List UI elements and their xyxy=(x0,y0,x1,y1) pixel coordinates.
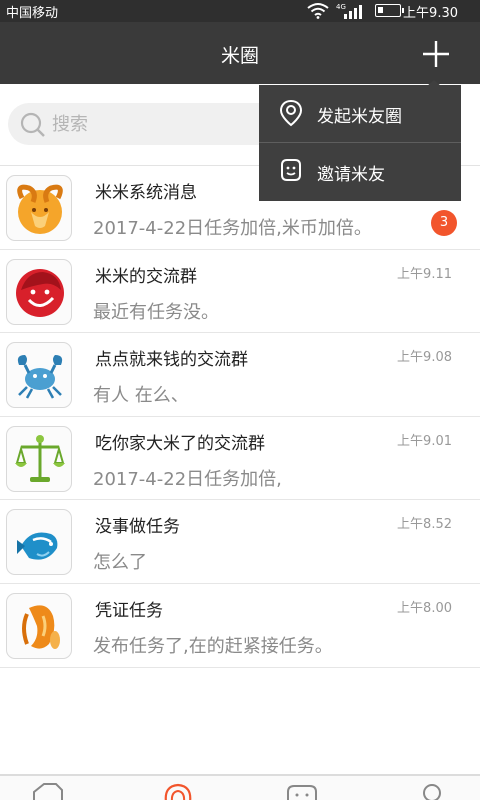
bottom-tab-bar xyxy=(0,774,480,800)
chat-last-message: 有人 在么、 xyxy=(93,385,189,407)
smiley-icon xyxy=(281,159,301,181)
chat-last-message: 2017-4-22日任务加倍, xyxy=(93,468,282,490)
app-header: 米圈 xyxy=(0,22,480,84)
wifi-icon xyxy=(307,3,329,19)
search-icon xyxy=(20,112,45,137)
chat-row[interactable]: 凭证任务 上午8.00 发布任务了,在的赶紧接任务。 xyxy=(0,584,480,668)
chat-time: 上午8.52 xyxy=(397,517,452,533)
aries-icon xyxy=(6,175,72,241)
tag-icon xyxy=(33,783,63,800)
chat-row[interactable]: 米米的交流群 上午9.11 最近有任务没。 xyxy=(0,250,480,334)
menu-item-label: 邀请米友 xyxy=(317,165,385,185)
chat-name: 凭证任务 xyxy=(95,600,163,621)
chat-time: 上午9.01 xyxy=(397,433,452,449)
cancer-icon xyxy=(6,342,72,409)
menu-item-start-circle[interactable]: 发起米友圈 xyxy=(259,85,461,142)
svg-text:4G: 4G xyxy=(336,3,346,11)
chat-time: 上午8.00 xyxy=(397,600,452,616)
clock: 上午9.30 xyxy=(403,6,458,21)
search-input[interactable] xyxy=(52,109,292,139)
chat-list: 米米系统消息 2017-4-22日任务加倍,米币加倍。 3 米米的交流群 上午9… xyxy=(0,166,480,668)
chat-last-message: 发布任务了,在的赶紧接任务。 xyxy=(93,635,333,657)
chat-time: 上午9.11 xyxy=(397,266,452,282)
pisces-icon xyxy=(6,509,72,576)
chat-last-message: 怎么了 xyxy=(93,552,147,574)
tab-friends[interactable] xyxy=(282,780,322,800)
menu-item-label: 发起米友圈 xyxy=(317,107,402,127)
plus-icon[interactable] xyxy=(418,36,454,72)
menu-item-invite[interactable]: 邀请米友 xyxy=(259,143,461,200)
chat-row[interactable]: 点点就来钱的交流群 上午9.08 有人 在么、 xyxy=(0,333,480,417)
chat-name: 吃你家大米了的交流群 xyxy=(95,433,265,454)
chat-row[interactable]: 吃你家大米了的交流群 上午9.01 2017-4-22日任务加倍, xyxy=(0,417,480,501)
chat-last-message: 最近有任务没。 xyxy=(93,301,219,323)
location-pin-icon xyxy=(279,99,303,127)
popup-menu: 发起米友圈 邀请米友 xyxy=(259,85,461,201)
virgo-icon xyxy=(6,592,72,659)
tab-tag[interactable] xyxy=(28,780,68,800)
tab-profile[interactable] xyxy=(412,780,452,800)
page-title: 米圈 xyxy=(220,45,259,67)
profile-icon xyxy=(423,784,441,800)
chat-name: 没事做任务 xyxy=(95,517,180,538)
unread-badge: 3 xyxy=(431,210,457,236)
carrier-name: 中国移动 xyxy=(6,6,59,21)
chat-name: 米米系统消息 xyxy=(95,183,197,203)
location-pin-icon xyxy=(164,783,192,800)
chat-last-message: 2017-4-22日任务加倍,米币加倍。 xyxy=(93,218,372,239)
chat-time: 上午9.08 xyxy=(397,350,452,366)
status-bar: 中国移动 4G 上午9.30 xyxy=(0,0,480,22)
tab-mi-circle[interactable] xyxy=(158,780,198,800)
signal-icon: 4G xyxy=(336,3,362,19)
chat-name: 点点就来钱的交流群 xyxy=(95,350,248,371)
chat-row[interactable]: 没事做任务 上午8.52 怎么了 xyxy=(0,500,480,584)
libra-icon xyxy=(6,425,72,492)
chat-name: 米米的交流群 xyxy=(95,266,197,287)
smiley-icon xyxy=(287,785,317,800)
battery-icon xyxy=(375,4,404,17)
leo-icon xyxy=(6,258,72,325)
